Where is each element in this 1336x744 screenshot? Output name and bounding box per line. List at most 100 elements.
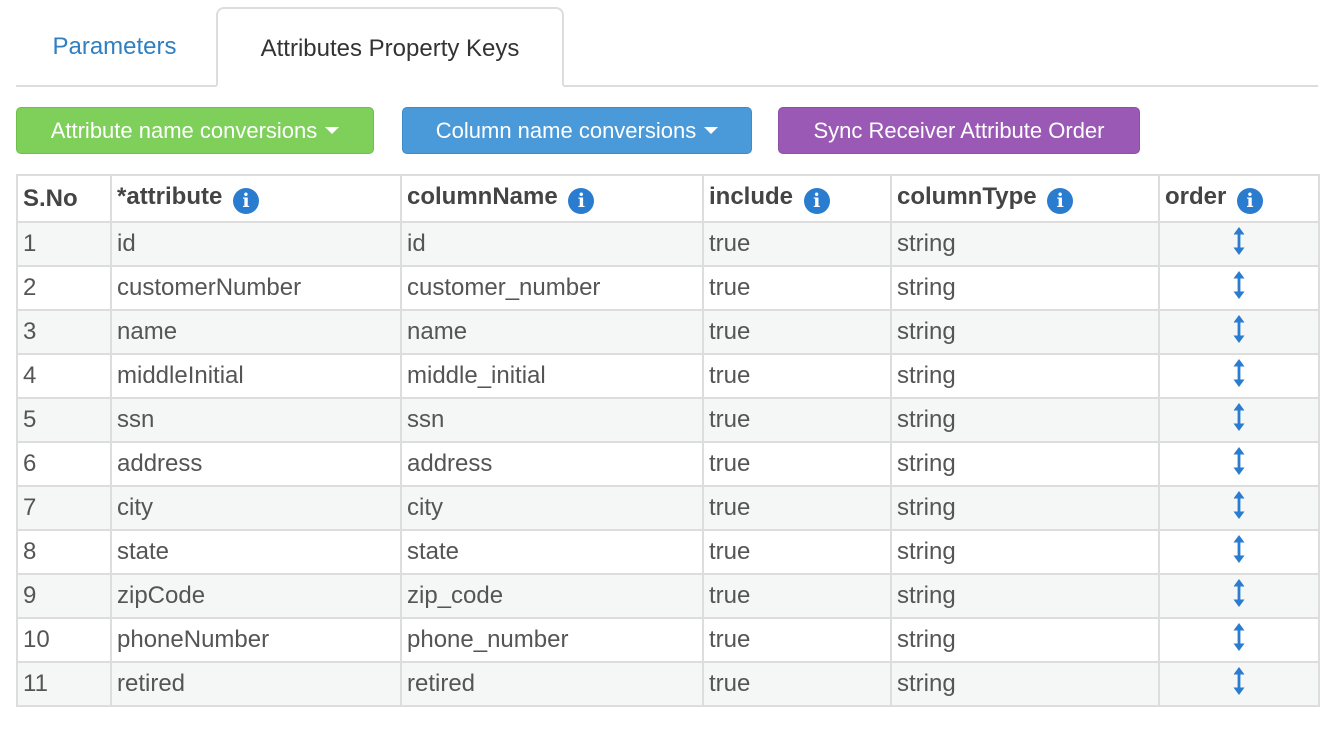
table-row[interactable]: 11 retired retired true string [16, 661, 1320, 707]
table-row[interactable]: 6 address address true string [16, 441, 1320, 487]
cell-order [1158, 221, 1320, 267]
attribute-name-conversions-label: Attribute name conversions [50, 118, 318, 143]
header-include-label: include [709, 183, 794, 210]
cell-column-type[interactable]: string [890, 309, 1160, 355]
cell-attribute[interactable]: address [110, 441, 402, 487]
header-attribute-label: *attribute [117, 183, 223, 210]
table-header-row: S.No *attribute i columnName i include i… [16, 174, 1320, 223]
table-row[interactable]: 3 name name true string [16, 309, 1320, 355]
cell-attribute[interactable]: retired [110, 661, 402, 707]
info-icon[interactable]: i [568, 188, 595, 214]
cell-include[interactable]: true [702, 397, 892, 443]
cell-order [1158, 353, 1320, 399]
table-row[interactable]: 7 city city true string [16, 485, 1320, 531]
cell-attribute[interactable]: middleInitial [110, 353, 402, 399]
cell-column-type[interactable]: string [890, 265, 1160, 311]
caret-down-icon [704, 127, 719, 135]
caret-down-icon [325, 127, 340, 135]
cell-column-type[interactable]: string [890, 661, 1160, 707]
cell-column-name[interactable]: city [400, 485, 704, 531]
cell-include[interactable]: true [702, 661, 892, 707]
table-row[interactable]: 8 state state true string [16, 529, 1320, 575]
cell-attribute[interactable]: customerNumber [110, 265, 402, 311]
table-row[interactable]: 1 id id true string [16, 221, 1320, 267]
header-include: include i [702, 174, 892, 223]
cell-column-type[interactable]: string [890, 529, 1160, 575]
cell-column-name[interactable]: retired [400, 661, 704, 707]
drag-handle-icon[interactable] [1232, 446, 1246, 483]
cell-column-type[interactable]: string [890, 221, 1160, 267]
cell-include[interactable]: true [702, 309, 892, 355]
cell-order [1158, 661, 1320, 707]
cell-column-name[interactable]: address [400, 441, 704, 487]
cell-attribute[interactable]: name [110, 309, 402, 355]
drag-handle-icon[interactable] [1232, 314, 1246, 351]
cell-include[interactable]: true [702, 529, 892, 575]
table-row[interactable]: 2 customerNumber customer_number true string [16, 265, 1320, 311]
cell-include[interactable]: true [702, 265, 892, 311]
cell-attribute[interactable]: zipCode [110, 573, 402, 619]
cell-order [1158, 441, 1320, 487]
cell-attribute[interactable]: ssn [110, 397, 402, 443]
cell-sno: 7 [16, 485, 112, 531]
drag-handle-icon[interactable] [1232, 226, 1246, 263]
drag-handle-icon[interactable] [1232, 358, 1246, 395]
info-icon[interactable]: i [233, 188, 260, 214]
drag-handle-icon[interactable] [1232, 270, 1246, 307]
cell-include[interactable]: true [702, 617, 892, 663]
column-name-conversions-button[interactable]: Column name conversions [402, 107, 752, 154]
header-attribute: *attribute i [110, 174, 402, 223]
sync-receiver-attribute-order-button[interactable]: Sync Receiver Attribute Order [778, 107, 1140, 154]
cell-column-name[interactable]: customer_number [400, 265, 704, 311]
cell-column-type[interactable]: string [890, 397, 1160, 443]
drag-handle-icon[interactable] [1232, 622, 1246, 659]
cell-column-name[interactable]: name [400, 309, 704, 355]
sync-receiver-attribute-order-label: Sync Receiver Attribute Order [813, 118, 1105, 143]
cell-column-type[interactable]: string [890, 441, 1160, 487]
cell-order [1158, 309, 1320, 355]
drag-handle-icon[interactable] [1232, 534, 1246, 571]
cell-column-name[interactable]: state [400, 529, 704, 575]
cell-column-name[interactable]: zip_code [400, 573, 704, 619]
cell-include[interactable]: true [702, 485, 892, 531]
info-icon[interactable]: i [1047, 188, 1074, 214]
cell-attribute[interactable]: city [110, 485, 402, 531]
info-icon[interactable]: i [1237, 188, 1264, 214]
cell-include[interactable]: true [702, 353, 892, 399]
cell-attribute[interactable]: phoneNumber [110, 617, 402, 663]
cell-order [1158, 617, 1320, 663]
info-icon[interactable]: i [803, 188, 830, 214]
cell-sno: 2 [16, 265, 112, 311]
cell-column-type[interactable]: string [890, 617, 1160, 663]
column-name-conversions-label: Column name conversions [435, 118, 697, 143]
cell-sno: 1 [16, 221, 112, 267]
cell-column-type[interactable]: string [890, 353, 1160, 399]
cell-column-type[interactable]: string [890, 573, 1160, 619]
header-order-label: order [1165, 183, 1227, 210]
table-row[interactable]: 4 middleInitial middle_initial true string [16, 353, 1320, 399]
drag-handle-icon[interactable] [1232, 490, 1246, 527]
cell-column-name[interactable]: ssn [400, 397, 704, 443]
attribute-name-conversions-button[interactable]: Attribute name conversions [16, 107, 374, 154]
header-column-type-label: columnType [897, 183, 1037, 210]
cell-attribute[interactable]: state [110, 529, 402, 575]
cell-order [1158, 529, 1320, 575]
cell-attribute[interactable]: id [110, 221, 402, 267]
table-row[interactable]: 5 ssn ssn true string [16, 397, 1320, 443]
table-row[interactable]: 9 zipCode zip_code true string [16, 573, 1320, 619]
cell-include[interactable]: true [702, 573, 892, 619]
cell-column-name[interactable]: phone_number [400, 617, 704, 663]
cell-include[interactable]: true [702, 221, 892, 267]
drag-handle-icon[interactable] [1232, 578, 1246, 615]
drag-handle-icon[interactable] [1232, 666, 1246, 703]
cell-include[interactable]: true [702, 441, 892, 487]
drag-handle-icon[interactable] [1232, 402, 1246, 439]
tab-parameters[interactable]: Parameters [16, 7, 213, 87]
tab-attributes-property-keys[interactable]: Attributes Property Keys [216, 7, 564, 87]
page: Parameters Attributes Property Keys Attr… [0, 0, 1336, 744]
table-row[interactable]: 10 phoneNumber phone_number true string [16, 617, 1320, 663]
cell-column-name[interactable]: id [400, 221, 704, 267]
cell-column-type[interactable]: string [890, 485, 1160, 531]
header-column-type: columnType i [890, 174, 1160, 223]
cell-column-name[interactable]: middle_initial [400, 353, 704, 399]
